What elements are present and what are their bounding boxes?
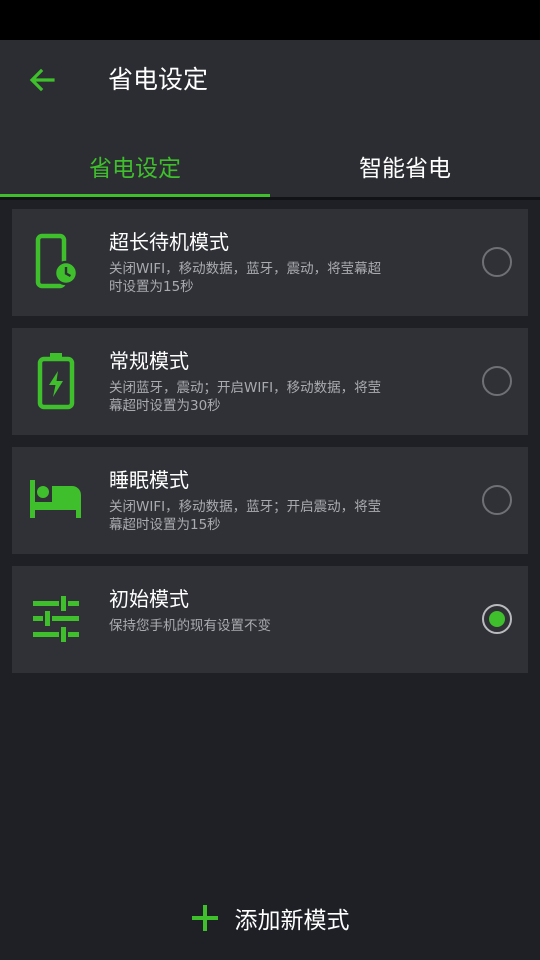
mode-radio[interactable] (482, 366, 512, 396)
mode-title: 睡眠模式 (109, 468, 189, 492)
page-title: 省电设定 (108, 65, 209, 94)
tab-power-settings[interactable]: 省电设定 (0, 136, 270, 196)
mode-radio[interactable] (482, 485, 512, 515)
tab-smart-saving[interactable]: 智能省电 (270, 136, 540, 196)
plus-icon (191, 904, 219, 932)
back-button[interactable] (18, 60, 66, 100)
add-new-mode-button[interactable]: 添加新模式 (0, 880, 540, 956)
mode-radio-selected[interactable] (482, 604, 512, 634)
mode-description: 关闭蓝牙，震动；开启WIFI，移动数据，将莹幕超时设置为30秒 (109, 380, 382, 414)
bed-icon (26, 469, 86, 531)
sliders-icon (26, 588, 86, 650)
tab-bar: 省电设定 智能省电 (0, 136, 540, 200)
app-bar: 省电设定 省电设定 智能省电 (0, 40, 540, 200)
mode-title: 初始模式 (109, 587, 189, 611)
add-new-mode-label: 添加新模式 (234, 908, 350, 934)
mode-card-initial[interactable]: 初始模式 保持您手机的现有设置不变 (12, 566, 528, 673)
mode-radio[interactable] (482, 247, 512, 277)
mode-title: 超长待机模式 (109, 230, 229, 254)
mode-title: 常规模式 (109, 349, 189, 373)
battery-charging-icon (26, 350, 86, 412)
mode-card-ultra-standby[interactable]: 超长待机模式 关闭WIFI，移动数据，蓝牙，震动，将莹幕超时设置为15秒 (12, 209, 528, 316)
mode-description: 保持您手机的现有设置不变 (109, 618, 271, 634)
status-bar (0, 0, 540, 40)
back-arrow-icon (29, 68, 55, 92)
mode-description: 关闭WIFI，移动数据，蓝牙；开启震动，将莹幕超时设置为15秒 (109, 499, 382, 533)
mode-card-sleep[interactable]: 睡眠模式 关闭WIFI，移动数据，蓝牙；开启震动，将莹幕超时设置为15秒 (12, 447, 528, 554)
mode-description: 关闭WIFI，移动数据，蓝牙，震动，将莹幕超时设置为15秒 (109, 261, 382, 295)
phone-clock-icon (26, 231, 86, 293)
mode-card-normal[interactable]: 常规模式 关闭蓝牙，震动；开启WIFI，移动数据，将莹幕超时设置为30秒 (12, 328, 528, 435)
tab-divider (0, 197, 540, 200)
